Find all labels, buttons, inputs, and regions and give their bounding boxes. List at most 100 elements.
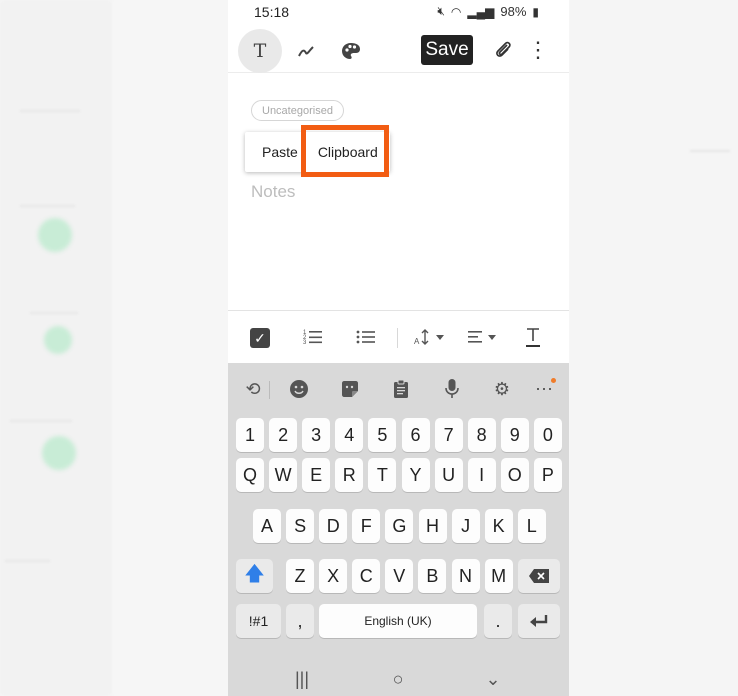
key-g[interactable]: G [385,509,414,543]
key-5[interactable]: 5 [368,418,397,452]
category-chip[interactable]: Uncategorised [251,100,344,121]
symbols-key[interactable]: !#1 [236,604,281,638]
key-d[interactable]: D [319,509,348,543]
background-line [20,110,80,112]
key-z[interactable]: Z [286,559,314,593]
shift-key[interactable]: 🡅︎ [236,559,273,593]
paperclip-icon [496,41,511,57]
key-w[interactable]: W [269,458,298,492]
palette-icon [342,43,360,59]
notification-dot [551,378,556,383]
home-button[interactable]: ○ [383,667,413,691]
recents-button[interactable]: ||| [287,667,317,691]
background-line [20,205,75,207]
key-h[interactable]: H [418,509,447,543]
key-2[interactable]: 2 [269,418,298,452]
paste-option[interactable]: Paste [245,132,304,172]
background-badge [38,218,72,252]
checkbox-icon[interactable]: ✓ [250,328,270,348]
background-line [30,312,78,314]
status-icons: 🔇︎ ◠ ▂▄▆ 98% ▮ [437,4,539,19]
handwriting-button[interactable] [284,29,328,73]
editor-toolbar: T Save ⋮ [228,27,569,73]
key-l[interactable]: L [517,509,546,543]
key-1[interactable]: 1 [236,418,264,452]
align-icon[interactable] [468,323,502,351]
save-button[interactable]: Save [421,35,473,65]
key-t[interactable]: T [368,458,397,492]
svg-text:A: A [414,337,420,346]
notes-placeholder[interactable]: Notes [251,182,295,202]
navigation-bar: ||| ○ ⌄ [228,659,569,696]
translate-icon[interactable]: ⟲ [239,375,267,403]
key-m[interactable]: M [484,559,513,593]
status-time: 15:18 [254,4,290,20]
key-o[interactable]: O [500,458,529,492]
enter-icon [530,615,548,627]
text-style-icon[interactable] [524,323,542,351]
attach-button[interactable] [488,35,518,65]
key-u[interactable]: U [434,458,463,492]
key-9[interactable]: 9 [500,418,529,452]
battery-icon: ▮ [532,4,539,19]
key-i[interactable]: I [467,458,496,492]
backspace-key[interactable] [518,559,560,593]
phone-screen: 15:18 🔇︎ ◠ ▂▄▆ 98% ▮ T Save ⋮ Uncategori… [228,0,569,696]
format-toolbar: ✓ 123 A [228,310,569,363]
enter-key[interactable] [518,604,560,638]
key-s[interactable]: S [286,509,315,543]
emoji-icon[interactable] [285,375,313,403]
more-options-button[interactable]: ⋮ [524,35,552,65]
background-right-panel [570,0,738,696]
key-e[interactable]: E [302,458,331,492]
key-f[interactable]: F [352,509,381,543]
pen-icon [298,46,314,57]
period-key[interactable]: . [484,604,512,638]
key-p[interactable]: P [533,458,562,492]
key-v[interactable]: V [385,559,414,593]
background-line [10,420,72,422]
divider [269,381,270,399]
background-line [690,150,730,152]
comma-key[interactable]: , [286,604,314,638]
drawing-button[interactable] [329,29,373,73]
more-vertical-icon: ⋮ [527,37,549,62]
key-k[interactable]: K [484,509,513,543]
key-8[interactable]: 8 [467,418,496,452]
mute-icon: 🔇︎ [437,4,445,18]
key-a[interactable]: A [253,509,281,543]
clipboard-icon[interactable] [387,375,415,403]
bullet-list-icon[interactable] [356,323,376,351]
text-mode-button[interactable]: T [238,29,282,73]
key-4[interactable]: 4 [335,418,364,452]
battery-percent: 98% [500,4,527,19]
keyboard-toolbar: ⟲ ⚙ ⋯ [228,363,569,413]
wifi-icon: ◠ [450,4,462,19]
key-c[interactable]: C [352,559,381,593]
sticker-icon[interactable] [336,375,364,403]
mic-icon[interactable] [438,375,466,403]
divider [397,328,398,348]
signal-icon: ▂▄▆ [467,4,495,19]
background-line [5,560,50,562]
key-q[interactable]: Q [236,458,264,492]
screen: 15:18 🔇︎ ◠ ▂▄▆ 98% ▮ T Save ⋮ Uncategori… [0,0,738,696]
key-7[interactable]: 7 [434,418,463,452]
key-x[interactable]: X [319,559,348,593]
space-key[interactable]: English (UK) [319,604,477,638]
backspace-icon [529,569,549,583]
key-3[interactable]: 3 [302,418,331,452]
key-n[interactable]: N [451,559,480,593]
numbered-list-icon[interactable]: 123 [303,323,323,351]
key-y[interactable]: Y [401,458,430,492]
key-r[interactable]: R [335,458,364,492]
back-button[interactable]: ⌄ [478,667,508,691]
background-badge [44,326,72,354]
key-6[interactable]: 6 [401,418,430,452]
key-0[interactable]: 0 [533,418,562,452]
settings-icon[interactable]: ⚙ [488,375,516,403]
key-j[interactable]: J [451,509,480,543]
svg-text:3: 3 [303,340,307,346]
key-b[interactable]: B [418,559,447,593]
text-size-icon[interactable]: A [414,323,448,351]
